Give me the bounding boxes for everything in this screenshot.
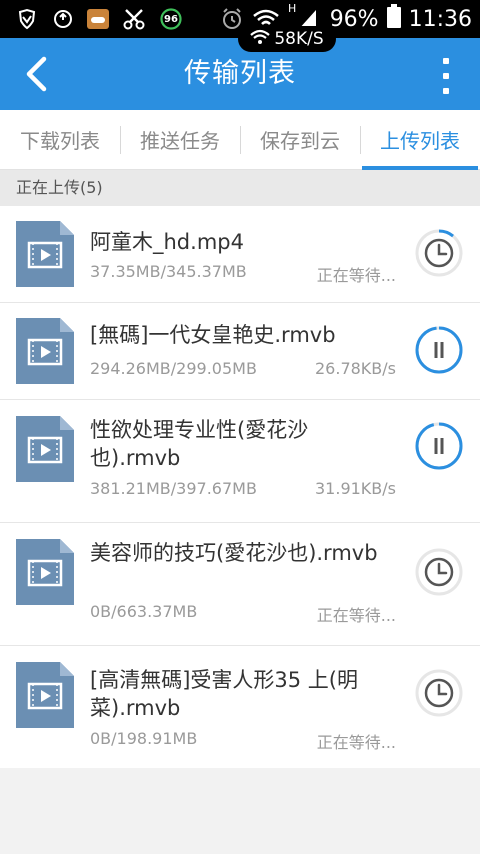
waiting-clock-button[interactable]	[414, 668, 464, 718]
video-file-icon	[16, 318, 74, 384]
empty-area	[0, 768, 480, 854]
upload-status: 正在等待...	[316, 266, 396, 285]
video-file-icon	[16, 221, 74, 287]
upload-speed: 26.78KB/s	[315, 359, 396, 378]
file-size: 381.21MB/397.67MB	[90, 479, 257, 498]
file-name: 阿童木_hd.mp4	[90, 230, 244, 254]
signal-type-label: H	[288, 2, 297, 15]
shield-icon	[16, 8, 38, 30]
scissors-icon	[122, 8, 146, 30]
list-item[interactable]: 阿童木_hd.mp4 37.35MB/345.37MB 正在等待...	[0, 206, 480, 303]
battery-icon	[386, 4, 401, 34]
tab-push-tasks[interactable]: 推送任务	[120, 110, 240, 169]
network-speed-value: 58K/S	[274, 29, 324, 49]
alarm-icon	[220, 8, 244, 30]
tab-upload-list[interactable]: 上传列表	[360, 110, 480, 170]
page-title: 传输列表	[184, 58, 296, 89]
app-badge-icon: 96	[158, 8, 184, 30]
pause-button[interactable]	[414, 325, 464, 375]
video-file-icon	[16, 539, 74, 605]
battery-percent: 96%	[329, 6, 379, 32]
upload-list: 阿童木_hd.mp4 37.35MB/345.37MB 正在等待... [無碼]…	[0, 206, 480, 769]
video-file-icon	[16, 662, 74, 728]
wifi-icon	[250, 29, 271, 50]
upload-status: 正在等待...	[316, 606, 396, 625]
list-item[interactable]: [無碼]一代女皇艳史.rmvb 294.26MB/299.05MB 26.78K…	[0, 303, 480, 400]
waiting-clock-button[interactable]	[414, 547, 464, 597]
file-name: [高清無碼]受害人形35 上(明菜).rmvb	[90, 668, 358, 720]
file-name: 美容师的技巧(愛花沙也).rmvb	[90, 541, 378, 565]
video-file-icon	[16, 416, 74, 482]
file-size: 0B/663.37MB	[90, 602, 198, 621]
upload-speed: 31.91KB/s	[315, 479, 396, 498]
title-bar: 传输列表	[0, 38, 480, 110]
more-dot	[443, 73, 449, 79]
file-size: 0B/198.91MB	[90, 729, 198, 748]
upload-status: 正在等待...	[316, 733, 396, 752]
sync-icon	[52, 8, 74, 30]
game-app-icon	[86, 8, 110, 30]
more-dot	[443, 58, 449, 64]
file-size: 294.26MB/299.05MB	[90, 359, 257, 378]
more-dot	[443, 88, 449, 94]
tab-bar: 下载列表 推送任务 保存到云 上传列表	[0, 110, 480, 170]
pause-button[interactable]	[414, 421, 464, 471]
list-item[interactable]: 性欲处理专业性(愛花沙也).rmvb 381.21MB/397.67MB 31.…	[0, 400, 480, 523]
clock-time: 11:36	[408, 6, 472, 32]
tab-save-to-cloud[interactable]: 保存到云	[240, 110, 360, 169]
app-badge-count: 96	[164, 13, 178, 25]
list-item[interactable]: [高清無碼]受害人形35 上(明菜).rmvb 0B/198.91MB 正在等待…	[0, 646, 480, 769]
tab-download-list[interactable]: 下载列表	[0, 110, 120, 169]
waiting-clock-button[interactable]	[414, 228, 464, 278]
section-header-uploading: 正在上传(5)	[0, 170, 480, 206]
network-speed-indicator: 58K/S	[238, 26, 336, 52]
file-name: 性欲处理专业性(愛花沙也).rmvb	[90, 418, 309, 470]
file-name: [無碼]一代女皇艳史.rmvb	[90, 323, 336, 347]
list-item[interactable]: 美容师的技巧(愛花沙也).rmvb 0B/663.37MB 正在等待...	[0, 523, 480, 646]
file-size: 37.35MB/345.37MB	[90, 262, 247, 281]
more-options-button[interactable]	[434, 58, 458, 94]
